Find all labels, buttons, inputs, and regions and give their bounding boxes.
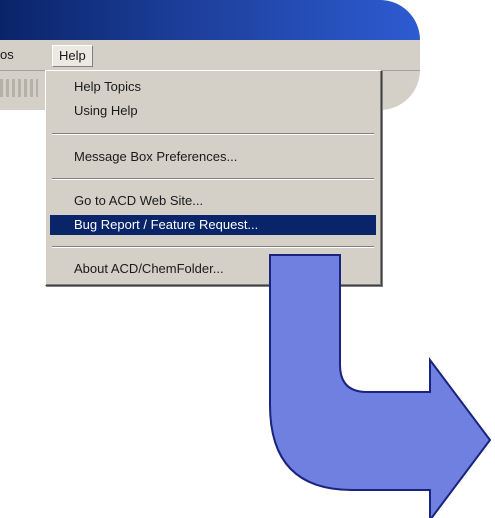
- arrow-icon: [269, 254, 492, 518]
